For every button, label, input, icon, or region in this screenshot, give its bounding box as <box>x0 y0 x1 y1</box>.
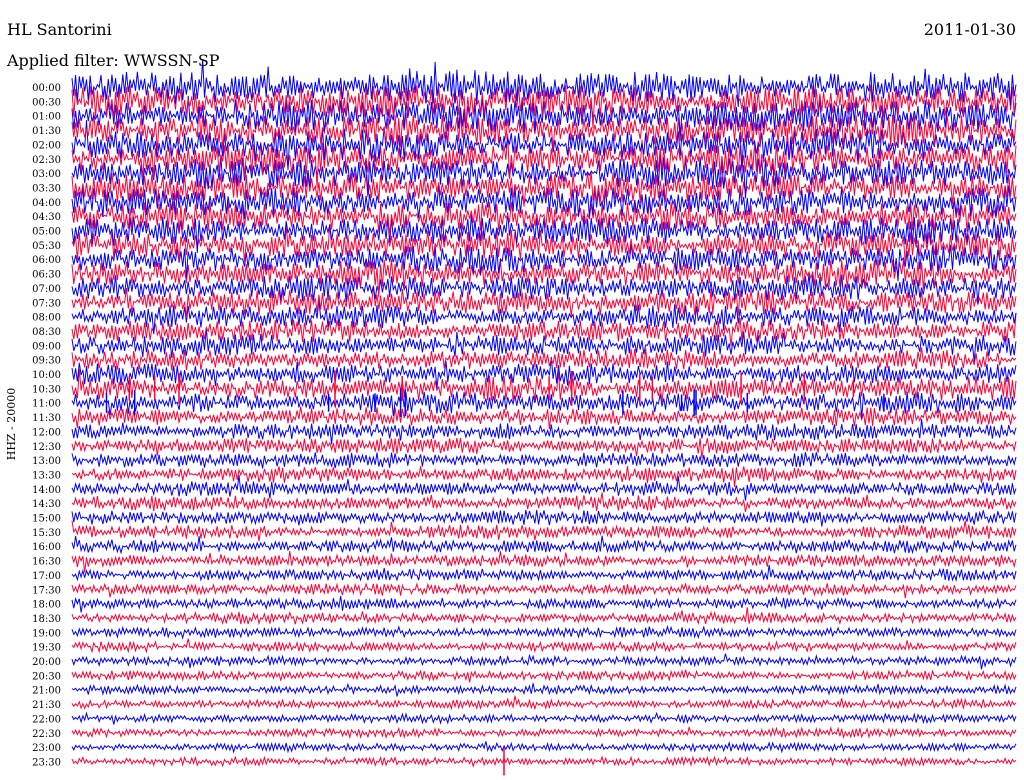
trace-row-2100 <box>71 682 1017 697</box>
row-label: 00:30 <box>32 97 61 108</box>
row-label: 20:30 <box>32 671 61 682</box>
row-label: 12:30 <box>32 442 61 453</box>
row-label: 05:00 <box>32 227 61 238</box>
trace-row-1830 <box>71 607 1017 626</box>
row-label: 06:30 <box>32 270 61 281</box>
row-label: 22:30 <box>32 729 61 740</box>
row-label: 14:00 <box>32 485 61 496</box>
row-label: 09:00 <box>32 341 61 352</box>
trace-row-1400 <box>71 474 1017 501</box>
helicorder-page: 23:30 23:00 22:30 22:00 21:30 21:00 20:30 20:00… <box>0 0 1024 780</box>
row-label: 19:00 <box>32 628 61 639</box>
row-label: 23:30 <box>32 757 61 768</box>
row-label: 03:30 <box>32 183 61 194</box>
trace-row-1530 <box>71 520 1017 542</box>
row-label: 16:30 <box>32 557 61 568</box>
trace-row-1900 <box>71 624 1017 640</box>
trace-row-1630 <box>71 551 1017 573</box>
row-label: 10:00 <box>32 370 61 381</box>
trace-row-1800 <box>71 595 1017 613</box>
row-label: 21:00 <box>32 686 61 697</box>
row-label: 01:30 <box>32 126 61 137</box>
row-label: 11:00 <box>32 399 61 410</box>
trace-row-2200 <box>71 711 1017 725</box>
row-label: 19:30 <box>32 643 61 654</box>
trace-row-0200 <box>71 119 1017 171</box>
trace-row-1300 <box>71 451 1017 469</box>
row-label: 02:30 <box>32 155 61 166</box>
helicorder-plot: 23:30 23:00 22:30 22:00 21:30 21:00 20:30 20:00… <box>5 59 1017 776</box>
row-label: 14:30 <box>32 499 61 510</box>
trace-row-0100 <box>71 95 1017 136</box>
trace-row-1130 <box>71 406 1017 430</box>
trace-row-0930 <box>71 347 1017 371</box>
trace-row-0630 <box>71 259 1017 298</box>
row-label: 12:00 <box>32 427 61 438</box>
row-label: 07:00 <box>32 284 61 295</box>
row-label: 15:30 <box>32 528 61 539</box>
station-title: HL Santorini <box>7 20 112 39</box>
row-label: 00:00 <box>32 83 61 94</box>
row-label: 22:00 <box>32 714 61 725</box>
trace-row-1000 <box>71 356 1017 389</box>
y-axis-label: HHZ - 20000 <box>5 388 18 461</box>
row-label: 18:30 <box>32 614 61 625</box>
row-label: 06:00 <box>32 255 61 266</box>
row-label: 17:30 <box>32 585 61 596</box>
row-label: 09:30 <box>32 356 61 367</box>
trace-row-2330 <box>71 755 1017 768</box>
row-label: 04:30 <box>32 212 61 223</box>
row-label: 18:00 <box>32 600 61 611</box>
row-label: 08:00 <box>32 313 61 324</box>
row-label: 02:00 <box>32 140 61 151</box>
trace-row-0700 <box>71 273 1017 304</box>
trace-row-1730 <box>71 582 1017 599</box>
row-label: 17:00 <box>32 571 61 582</box>
row-label: 01:00 <box>32 112 61 123</box>
row-label: 11:30 <box>32 413 61 424</box>
row-label: 20:00 <box>32 657 61 668</box>
row-label: 04:00 <box>32 198 61 209</box>
date-label: 2011-01-30 <box>923 20 1016 39</box>
filter-label: Applied filter: WWSSN-SP <box>7 51 220 70</box>
row-label: 16:00 <box>32 542 61 553</box>
row-label: 05:30 <box>32 241 61 252</box>
trace-row-0330 <box>71 171 1017 207</box>
trace-row-0500 <box>71 212 1017 254</box>
row-label: 13:30 <box>32 470 61 481</box>
row-label: 08:30 <box>32 327 61 338</box>
row-label: 21:30 <box>32 700 61 711</box>
trace-group <box>71 59 1017 776</box>
row-label-group: 23:30 23:00 22:30 22:00 21:30 21:00 20:30 20:00… <box>32 83 61 768</box>
trace-row-2230 <box>71 726 1017 740</box>
row-label: 10:30 <box>32 384 61 395</box>
row-label: 03:00 <box>32 169 61 180</box>
row-label: 13:00 <box>32 456 61 467</box>
row-label: 07:30 <box>32 298 61 309</box>
trace-row-2030 <box>71 668 1017 683</box>
trace-row-2000 <box>71 653 1017 670</box>
trace-row-1700 <box>71 564 1017 583</box>
trace-row-1930 <box>71 638 1017 654</box>
trace-row-2300 <box>71 740 1017 754</box>
row-label: 15:00 <box>32 514 61 525</box>
trace-row-2130 <box>71 695 1017 711</box>
trace-row-1600 <box>71 535 1017 555</box>
trace-row-1430 <box>71 492 1017 513</box>
row-label: 23:00 <box>32 743 61 754</box>
trace-row-1500 <box>71 509 1017 527</box>
